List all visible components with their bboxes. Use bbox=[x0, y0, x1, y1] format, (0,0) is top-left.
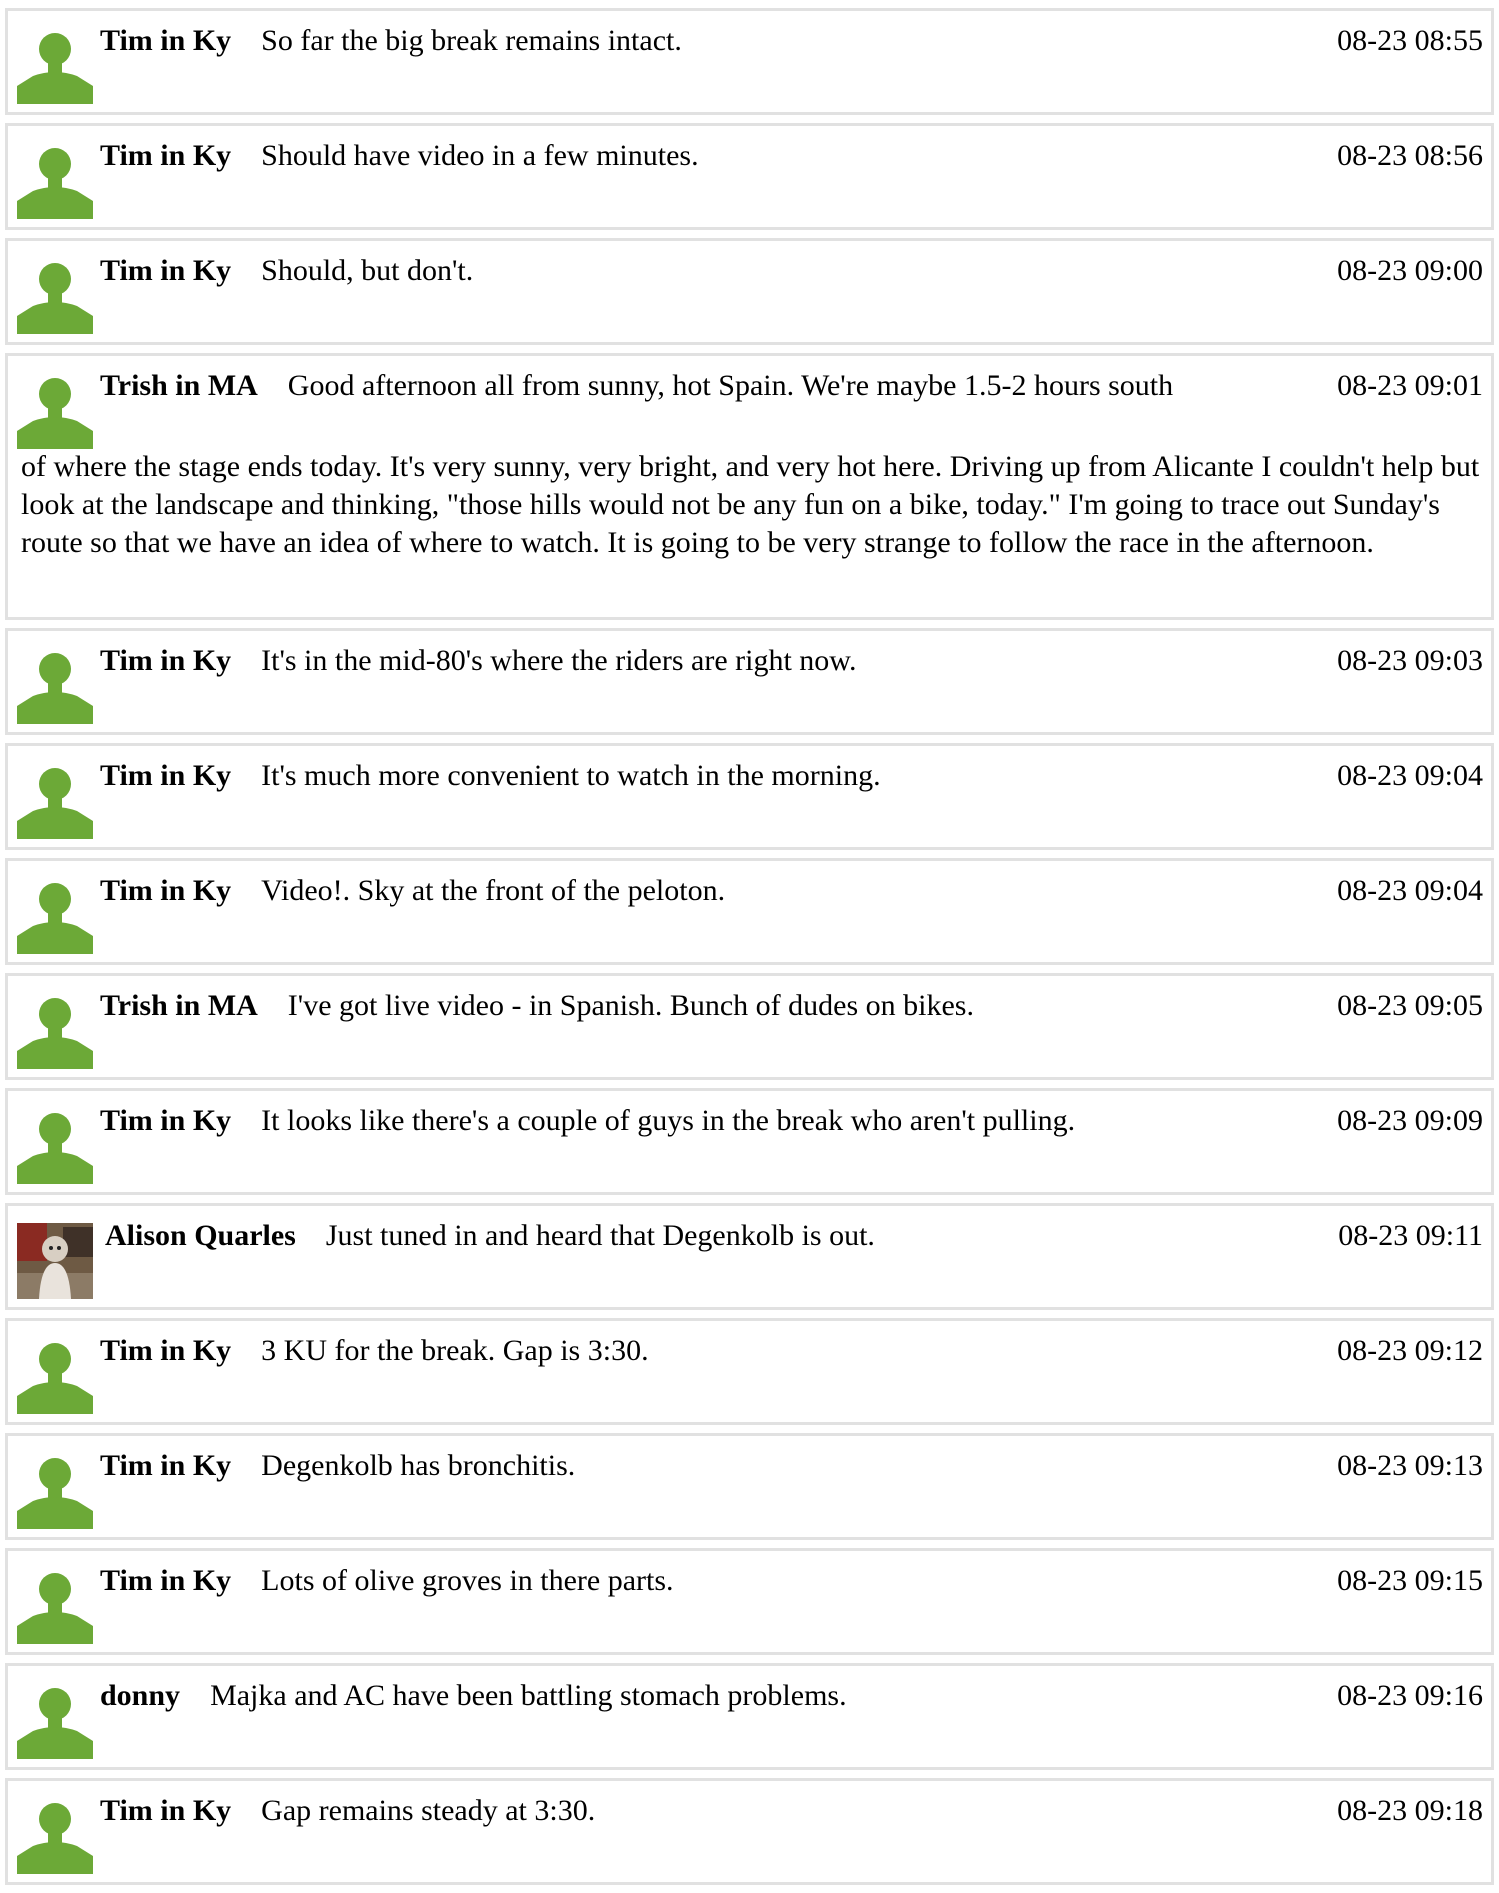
comment-header: Tim in Ky Should, but don't. 08-23 09:00 bbox=[100, 251, 1483, 291]
comment-timestamp: 08-23 09:05 bbox=[1333, 986, 1483, 1026]
default-user-icon bbox=[17, 763, 93, 839]
comment-text: Gap remains steady at 3:30. bbox=[261, 1794, 596, 1827]
comment-author: Tim in Ky bbox=[100, 1104, 232, 1137]
comment-author: Tim in Ky bbox=[100, 1794, 232, 1827]
default-user-icon bbox=[17, 28, 93, 104]
comment-item: Tim in Ky It's in the mid-80's where the … bbox=[5, 628, 1494, 735]
comment-header: Tim in Ky Degenkolb has bronchitis. 08-23 … bbox=[100, 1446, 1483, 1486]
comment-timestamp: 08-23 09:00 bbox=[1333, 251, 1483, 291]
comment-author: Tim in Ky bbox=[100, 1449, 232, 1482]
default-user-icon bbox=[17, 993, 93, 1069]
comment-feed: Tim in Ky So far the big break remains in… bbox=[5, 8, 1494, 1893]
comment-timestamp: 08-23 09:13 bbox=[1333, 1446, 1483, 1486]
default-user-icon bbox=[17, 1338, 93, 1414]
comment-header: Tim in Ky Lots of olive groves in there p… bbox=[100, 1561, 1483, 1601]
comment-author: Alison Quarles bbox=[105, 1219, 296, 1252]
comment-text: Lots of olive groves in there parts. bbox=[261, 1564, 674, 1597]
comment-item: Tim in Ky Gap remains steady at 3:30. 08-2… bbox=[5, 1778, 1494, 1885]
default-user-icon bbox=[17, 648, 93, 724]
default-user-icon bbox=[17, 1108, 93, 1184]
comment-item: Tim in Ky So far the big break remains in… bbox=[5, 8, 1494, 115]
comment-text: I've got live video - in Spanish. Bunch … bbox=[287, 989, 974, 1022]
comment-timestamp: 08-23 09:09 bbox=[1333, 1101, 1483, 1141]
comment-text: Should have video in a few minutes. bbox=[261, 139, 699, 172]
default-user-icon bbox=[17, 1798, 93, 1874]
comment-author: Trish in MA bbox=[100, 989, 258, 1022]
comment-text: Just tuned in and heard that Degenkolb i… bbox=[325, 1219, 875, 1252]
comment-header: Tim in Ky It's in the mid-80's where the … bbox=[100, 641, 1483, 681]
comment-item: Tim in Ky It's much more convenient to wa… bbox=[5, 743, 1494, 850]
comment-header: Trish in MA I've got live video - in Span… bbox=[100, 986, 1483, 1026]
default-user-icon bbox=[17, 258, 93, 334]
comment-text: Video!. Sky at the front of the peloton. bbox=[261, 874, 726, 907]
comment-timestamp: 08-23 09:03 bbox=[1333, 641, 1483, 681]
comment-header: Tim in Ky It's much more convenient to wa… bbox=[100, 756, 1483, 796]
comment-text: 3 KU for the break. Gap is 3:30. bbox=[261, 1334, 649, 1367]
default-user-icon bbox=[17, 1683, 93, 1759]
comment-item: Alison Quarles Just tuned in and heard th… bbox=[5, 1203, 1494, 1310]
comment-timestamp: 08-23 09:16 bbox=[1333, 1676, 1483, 1716]
comment-author: Tim in Ky bbox=[100, 759, 232, 792]
comment-text: It's in the mid-80's where the riders ar… bbox=[261, 644, 857, 677]
comment-header: Tim in Ky Gap remains steady at 3:30. 08-2… bbox=[100, 1791, 1483, 1831]
comment-author: Tim in Ky bbox=[100, 644, 232, 677]
comment-header: Tim in Ky So far the big break remains in… bbox=[100, 21, 1483, 61]
comment-author: Tim in Ky bbox=[100, 1564, 232, 1597]
comment-author: donny bbox=[100, 1679, 181, 1712]
comment-timestamp: 08-23 09:01 bbox=[1333, 366, 1483, 406]
comment-author: Tim in Ky bbox=[100, 24, 232, 57]
comment-item: Tim in Ky Lots of olive groves in there p… bbox=[5, 1548, 1494, 1655]
comment-author: Tim in Ky bbox=[100, 1334, 232, 1367]
comment-item: Tim in Ky Video!. Sky at the front of the… bbox=[5, 858, 1494, 965]
comment-timestamp: 08-23 08:55 bbox=[1333, 21, 1483, 61]
comment-header: donny Majka and AC have been battling sto… bbox=[100, 1676, 1483, 1716]
comment-item: Tim in Ky Should, but don't. 08-23 09:00 bbox=[5, 238, 1494, 345]
comment-item: Tim in Ky Degenkolb has bronchitis. 08-23 … bbox=[5, 1433, 1494, 1540]
comment-header: Tim in Ky It looks like there's a couple … bbox=[100, 1101, 1483, 1141]
comment-timestamp: 08-23 09:11 bbox=[1334, 1216, 1483, 1256]
comment-header: Tim in Ky 3 KU for the break. Gap is 3:30… bbox=[100, 1331, 1483, 1371]
comment-item: Trish in MA Good afternoon all from sunny… bbox=[5, 353, 1494, 620]
comment-author: Trish in MA bbox=[100, 369, 258, 402]
comment-item: Tim in Ky It looks like there's a couple … bbox=[5, 1088, 1494, 1195]
comment-author: Tim in Ky bbox=[100, 254, 232, 287]
comment-timestamp: 08-23 09:15 bbox=[1333, 1561, 1483, 1601]
comment-timestamp: 08-23 09:18 bbox=[1333, 1791, 1483, 1831]
comment-item: donny Majka and AC have been battling sto… bbox=[5, 1663, 1494, 1770]
comment-header: Alison Quarles Just tuned in and heard th… bbox=[105, 1216, 1483, 1256]
comment-text: Good afternoon all from sunny, hot Spain… bbox=[287, 369, 1174, 402]
comment-text: It's much more convenient to watch in th… bbox=[261, 759, 881, 792]
comment-header: Tim in Ky Video!. Sky at the front of the… bbox=[100, 871, 1483, 911]
default-user-icon bbox=[17, 878, 93, 954]
comment-text: Should, but don't. bbox=[261, 254, 474, 287]
comment-author: Tim in Ky bbox=[100, 139, 232, 172]
comment-item: Trish in MA I've got live video - in Span… bbox=[5, 973, 1494, 1080]
comment-item: Tim in Ky Should have video in a few minu… bbox=[5, 123, 1494, 230]
user-photo-avatar bbox=[17, 1223, 93, 1299]
comment-text-continued: of where the stage ends today. It's very… bbox=[21, 450, 1480, 559]
comment-header: Tim in Ky Should have video in a few minu… bbox=[100, 136, 1483, 176]
default-user-icon bbox=[17, 373, 93, 449]
comment-text: Degenkolb has bronchitis. bbox=[261, 1449, 576, 1482]
comment-item: Tim in Ky 3 KU for the break. Gap is 3:30… bbox=[5, 1318, 1494, 1425]
default-user-icon bbox=[17, 143, 93, 219]
comment-text: It looks like there's a couple of guys i… bbox=[261, 1104, 1076, 1137]
comment-text: Majka and AC have been battling stomach … bbox=[210, 1679, 847, 1712]
comment-author: Tim in Ky bbox=[100, 874, 232, 907]
comment-timestamp: 08-23 09:04 bbox=[1333, 871, 1483, 911]
comment-timestamp: 08-23 09:04 bbox=[1333, 756, 1483, 796]
comment-timestamp: 08-23 08:56 bbox=[1333, 136, 1483, 176]
default-user-icon bbox=[17, 1453, 93, 1529]
comment-text: So far the big break remains intact. bbox=[261, 24, 682, 57]
comment-header: Trish in MA Good afternoon all from sunny… bbox=[100, 366, 1483, 406]
default-user-icon bbox=[17, 1568, 93, 1644]
comment-timestamp: 08-23 09:12 bbox=[1333, 1331, 1483, 1371]
